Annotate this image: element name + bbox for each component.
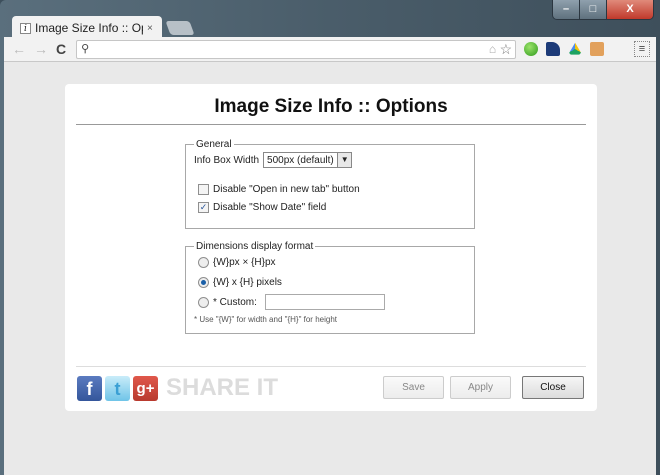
general-fieldset: General Info Box Width 500px (default) ▼… [185, 139, 475, 229]
favicon-icon: i [20, 22, 31, 34]
checkbox-label: Disable "Open in new tab" button [213, 183, 360, 195]
close-button[interactable]: Close [522, 376, 584, 399]
google-drive-icon[interactable] [568, 42, 583, 55]
custom-format-input[interactable] [264, 294, 385, 310]
dropdown-arrow-icon[interactable]: ▼ [336, 153, 351, 167]
radio-label: * Custom: [213, 296, 257, 308]
radio-label: {W} x {H} pixels [213, 276, 282, 288]
browser-toolbar: ← → C ⚲ ⌂ ☆ ≡ [4, 37, 656, 62]
tag-icon[interactable]: ⌂ [489, 42, 496, 56]
share-it-label: SHARE IT [166, 374, 279, 401]
info-box-width-value: 500px (default) [267, 154, 334, 166]
window-controls: – □ X [552, 0, 654, 20]
forward-button[interactable]: → [34, 41, 48, 57]
back-button[interactable]: ← [12, 41, 26, 57]
maximize-button[interactable]: □ [580, 0, 607, 19]
facebook-icon[interactable]: f [77, 375, 102, 401]
minimize-button[interactable]: – [553, 0, 580, 19]
tab-close-icon[interactable]: × [147, 23, 153, 34]
bookmark-star-icon[interactable]: ☆ [500, 41, 513, 58]
reload-button[interactable]: C [56, 41, 66, 57]
extension-plug-icon[interactable] [590, 42, 605, 56]
disable-open-new-tab-checkbox[interactable] [198, 183, 209, 195]
new-tab-button[interactable] [165, 21, 195, 35]
page-title: Image Size Info :: Options [214, 96, 448, 117]
extension-shark-icon[interactable] [546, 42, 561, 56]
share-bar: f t g+ SHARE IT [77, 374, 278, 402]
dimensions-fieldset: Dimensions display format {W}px × {H}px … [185, 241, 475, 334]
checkbox-label: Disable "Show Date" field [213, 201, 327, 213]
page-background: Image Size Info :: Options General Info … [4, 62, 656, 475]
format-radio-custom[interactable] [198, 296, 209, 308]
twitter-icon[interactable]: t [105, 375, 130, 401]
general-legend: General [196, 139, 232, 150]
tab-title: Image Size Info :: Options [35, 21, 143, 35]
radio-label: {W}px × {H}px [213, 256, 276, 268]
omnibox[interactable]: ⚲ ⌂ ☆ [76, 39, 517, 59]
chrome-menu-button[interactable]: ≡ [634, 41, 650, 57]
info-box-width-label: Info Box Width [194, 154, 260, 166]
browser-tab[interactable]: i Image Size Info :: Options × [12, 16, 162, 37]
window-close-button[interactable]: X [607, 0, 653, 19]
extension-green-icon[interactable] [524, 42, 539, 56]
format-radio-pixels[interactable] [198, 276, 209, 288]
footer-divider [76, 366, 586, 367]
title-divider [76, 124, 586, 125]
format-note: * Use "{W}" for width and "{H}" for heig… [194, 315, 337, 324]
options-panel: Image Size Info :: Options General Info … [65, 84, 597, 411]
dimensions-legend: Dimensions display format [196, 241, 314, 252]
google-plus-icon[interactable]: g+ [133, 375, 158, 401]
browser-window: – □ X i Image Size Info :: Options × ← →… [0, 0, 660, 475]
save-button[interactable]: Save [383, 376, 444, 399]
info-box-width-select[interactable]: 500px (default) ▼ [263, 152, 352, 168]
search-icon: ⚲ [81, 42, 90, 55]
format-radio-px[interactable] [198, 256, 209, 268]
apply-button[interactable]: Apply [450, 376, 511, 399]
disable-show-date-checkbox[interactable]: ✓ [198, 201, 209, 213]
